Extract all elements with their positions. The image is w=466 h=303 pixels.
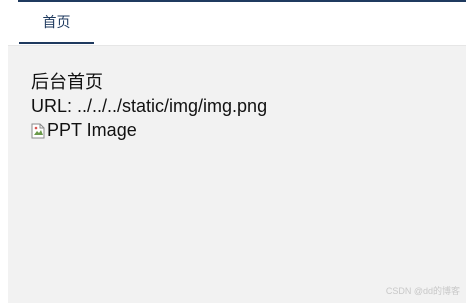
broken-image-icon bbox=[31, 123, 45, 139]
tab-home-label: 首页 bbox=[42, 14, 71, 30]
page-heading: 后台首页 bbox=[31, 72, 103, 92]
content-body: 后台首页 URL: ../../../static/img/img.png PP… bbox=[31, 70, 267, 144]
tab-bar: 首页 bbox=[0, 2, 466, 44]
broken-image-alt-text: PPT Image bbox=[47, 120, 137, 140]
watermark: CSDN @dd的博客 bbox=[385, 286, 460, 296]
main-content: 后台首页 URL: ../../../static/img/img.png PP… bbox=[8, 45, 466, 303]
url-text: URL: ../../../static/img/img.png bbox=[31, 96, 268, 116]
tab-home[interactable]: 首页 bbox=[19, 2, 94, 44]
broken-image: PPT Image bbox=[31, 118, 137, 142]
